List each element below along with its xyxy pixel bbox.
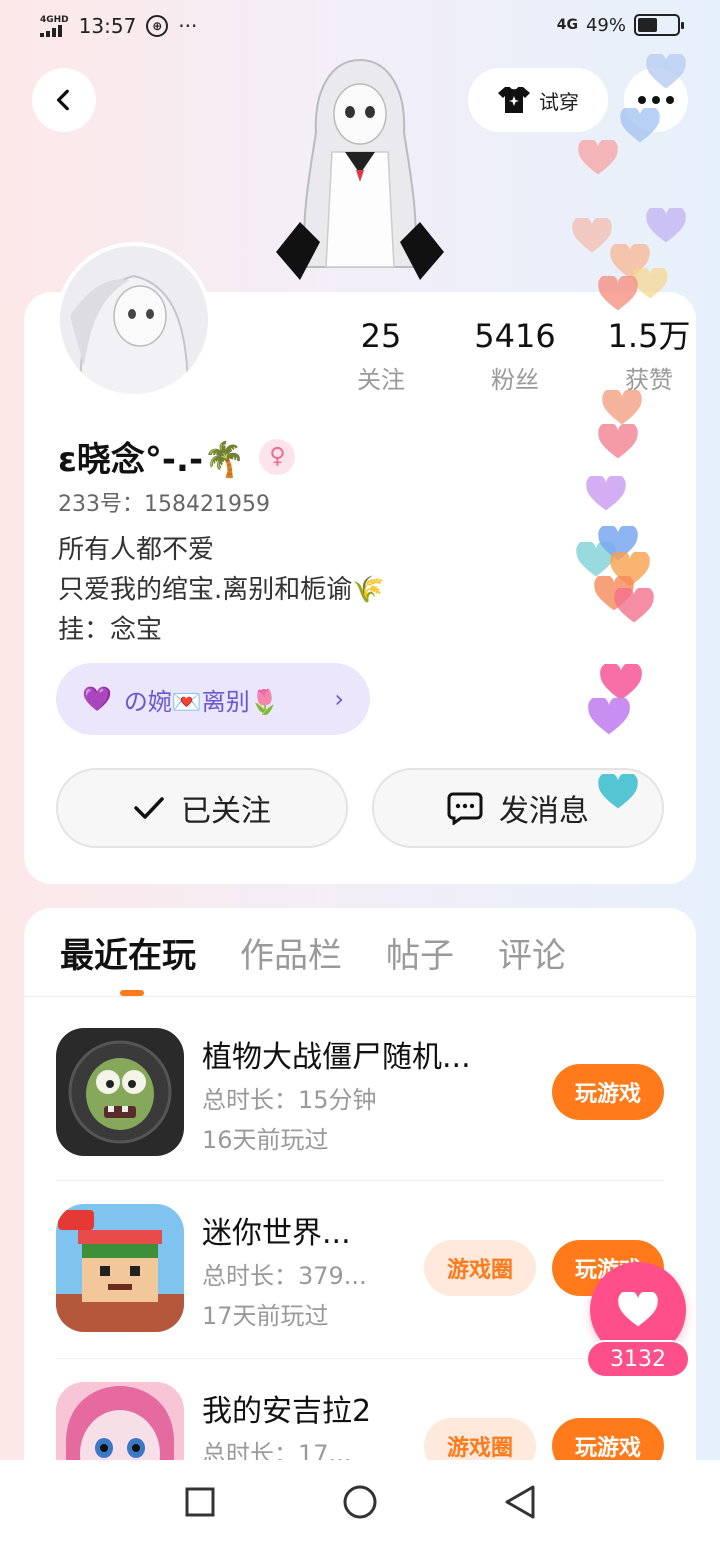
divider xyxy=(56,1180,664,1181)
battery-percent: 49% xyxy=(585,14,626,36)
game-last-played: 16天前玩过 xyxy=(202,1126,329,1154)
game-item[interactable]: 迷你世界... 总时长：379... 17天前玩过 游戏圈 玩游戏 xyxy=(56,1204,664,1354)
hearts-icon: 💜 xyxy=(82,685,112,713)
heart-icon xyxy=(620,108,660,143)
bio-line: 所有人都不爱 xyxy=(58,535,215,565)
heart-icon xyxy=(618,1292,658,1327)
heart-icon xyxy=(598,276,638,311)
avatar[interactable] xyxy=(56,242,212,398)
stats-row: 25 关注 5416 粉丝 1.5万 获赞 xyxy=(314,314,716,395)
character-figure xyxy=(270,52,450,292)
heart-icon xyxy=(572,218,612,253)
heart-icon xyxy=(598,774,638,809)
chevron-left-icon xyxy=(56,89,69,111)
triangle-back-icon xyxy=(505,1485,535,1519)
user-id: 233号：158421959 xyxy=(58,492,270,517)
system-nav-bar xyxy=(0,1460,720,1544)
bio-line: 只爱我的绾宝.离别和栀谕🌾 xyxy=(58,575,385,605)
content-card: 最近在玩 作品栏 帖子 评论 植物大战僵尸随机... 总时长：15分钟 16天前… xyxy=(24,908,696,1510)
game-title: 我的安吉拉2 xyxy=(202,1394,372,1429)
username-row: ε晓念°-.-🌴 ♀ xyxy=(58,432,296,481)
game-title: 植物大战僵尸随机... xyxy=(202,1040,471,1075)
heart-icon xyxy=(602,390,642,425)
following-label: 关注 xyxy=(357,366,405,394)
signal-icon: 4GHD xyxy=(40,14,69,37)
divider xyxy=(24,996,696,997)
tab-comments[interactable]: 评论 xyxy=(498,928,566,988)
game-title: 迷你世界... xyxy=(202,1216,351,1251)
female-icon: ♀ xyxy=(259,438,296,475)
tab-posts[interactable]: 帖子 xyxy=(386,928,454,988)
relationship-chip[interactable]: 💜 の婉💌离别🌷 › xyxy=(56,663,370,735)
chevron-right-icon: › xyxy=(334,685,344,713)
status-bar: 4GHD 13:57 ⊕ ··· 4G 49% xyxy=(0,0,720,54)
heart-icon xyxy=(614,588,654,623)
heart-icon xyxy=(646,54,686,89)
network-label: 4GHD xyxy=(40,14,69,25)
game-duration: 总时长：15分钟 xyxy=(202,1086,377,1114)
bio-line: 挂：念宝 xyxy=(58,615,163,645)
following-count: 25 xyxy=(360,317,402,355)
game-item[interactable]: 植物大战僵尸随机... 总时长：15分钟 16天前玩过 玩游戏 xyxy=(56,1028,664,1178)
battery-level xyxy=(638,18,657,32)
stat-following[interactable]: 25 关注 xyxy=(314,314,448,395)
followers-label: 粉丝 xyxy=(491,366,539,394)
game-icon-mini-world xyxy=(56,1204,184,1332)
home-button[interactable] xyxy=(330,1472,390,1532)
try-on-label: 试穿 xyxy=(539,89,579,114)
username: ε晓念°-.-🌴 xyxy=(58,440,246,480)
heart-icon xyxy=(578,140,618,175)
follow-button[interactable]: 已关注 xyxy=(56,768,348,848)
back-button[interactable] xyxy=(32,68,96,132)
heart-icon xyxy=(646,208,686,243)
back-nav-button[interactable] xyxy=(490,1472,550,1532)
heart-icon xyxy=(600,664,642,701)
play-game-button[interactable]: 玩游戏 xyxy=(552,1064,664,1120)
message-label: 发消息 xyxy=(499,794,589,829)
tab-bar: 最近在玩 作品栏 帖子 评论 xyxy=(60,928,566,988)
circle-icon xyxy=(343,1485,377,1519)
game-last-played: 17天前玩过 xyxy=(202,1302,329,1330)
stat-followers[interactable]: 5416 粉丝 xyxy=(448,314,582,395)
tab-works[interactable]: 作品栏 xyxy=(240,928,342,988)
like-count: 3132 xyxy=(586,1340,690,1378)
shirt-icon xyxy=(498,87,530,113)
try-on-button[interactable]: 试穿 xyxy=(468,68,608,132)
chat-icon xyxy=(447,792,483,825)
follow-label: 已关注 xyxy=(181,794,271,829)
relationship-label: の婉💌离别🌷 xyxy=(123,687,280,716)
network-type: 4G xyxy=(556,17,578,33)
followers-count: 5416 xyxy=(474,317,556,355)
battery-icon xyxy=(634,14,684,36)
likes-count: 1.5万 xyxy=(607,317,691,355)
bio: 所有人都不爱 只爱我的绾宝.离别和栀谕🌾 挂：念宝 xyxy=(58,530,385,650)
action-buttons: 已关注 发消息 xyxy=(56,768,664,848)
heart-icon xyxy=(598,424,638,459)
status-time: 13:57 xyxy=(78,14,137,38)
heart-icon xyxy=(588,698,630,735)
divider xyxy=(56,1358,664,1359)
heart-icon xyxy=(586,476,626,511)
game-icon-pvz xyxy=(56,1028,184,1156)
more-dots-icon xyxy=(638,96,674,104)
game-duration: 总时长：379... xyxy=(202,1262,367,1290)
square-icon xyxy=(185,1487,215,1517)
sync-icon: ⊕ xyxy=(146,15,169,37)
tab-recent[interactable]: 最近在玩 xyxy=(60,928,196,988)
check-icon xyxy=(134,797,164,819)
stat-likes[interactable]: 1.5万 获赞 xyxy=(582,314,716,395)
recents-button[interactable] xyxy=(170,1472,230,1532)
game-circle-button[interactable]: 游戏圈 xyxy=(424,1240,536,1296)
status-extra: ··· xyxy=(178,14,198,38)
